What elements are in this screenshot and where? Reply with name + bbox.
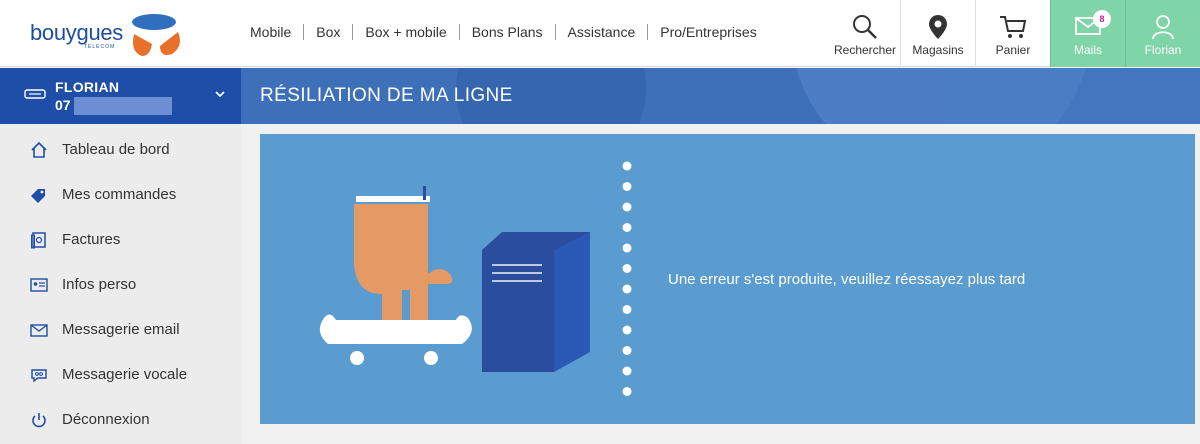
mails-count-badge: 8	[1093, 10, 1111, 28]
sidebar-item-voicemail[interactable]: Messagerie vocale	[0, 352, 241, 397]
nav-pro-entreprises[interactable]: Pro/Entreprises	[647, 24, 768, 40]
sidebar-menu: Tableau de bord Mes commandes Factures I…	[0, 127, 241, 442]
account-button[interactable]: Florian	[1125, 0, 1200, 67]
cart-button[interactable]: Panier	[975, 0, 1050, 67]
stores-label: Magasins	[912, 43, 964, 57]
nav-assistance[interactable]: Assistance	[554, 24, 648, 40]
top-bar: bouygues TELECOM Mobile Box Box + mobile…	[0, 0, 1200, 67]
bouygues-logo[interactable]: bouygues TELECOM	[26, 8, 186, 60]
error-card: Une erreur s'est produite, veuillez rées…	[260, 134, 1195, 424]
user-line-number: 07	[55, 97, 71, 113]
search-label: Rechercher	[833, 43, 897, 57]
sidebar: FLORIAN 07 Tableau de bord Mes commandes…	[0, 68, 241, 444]
masked-number	[74, 97, 172, 115]
sidebar-item-orders[interactable]: Mes commandes	[0, 172, 241, 217]
cart-icon	[1000, 16, 1027, 38]
sidebar-item-email[interactable]: Messagerie email	[0, 307, 241, 352]
phone-line-icon	[24, 89, 46, 99]
stores-button[interactable]: Magasins	[900, 0, 975, 67]
logo-text: bouygues	[30, 20, 124, 45]
main-nav: Mobile Box Box + mobile Bons Plans Assis…	[238, 24, 769, 40]
search-icon	[853, 15, 877, 39]
skateboard-illustration	[319, 186, 590, 372]
logo-subtext: TELECOM	[84, 44, 116, 50]
page-title: RÉSILIATION DE MA LIGNE	[260, 85, 513, 106]
user-selector[interactable]: FLORIAN 07	[0, 68, 241, 124]
invoice-icon	[30, 231, 48, 249]
main-content: RÉSILIATION DE MA LIGNE Une erreur s'est…	[241, 68, 1200, 444]
nav-bons-plans[interactable]: Bons Plans	[458, 24, 555, 40]
chevron-down-icon	[215, 91, 225, 98]
user-name: FLORIAN	[55, 79, 120, 95]
sidebar-item-label: Mes commandes	[62, 186, 177, 203]
cart-label: Panier	[995, 43, 1031, 57]
error-message: Une erreur s'est produite, veuillez rées…	[668, 271, 1026, 288]
user-icon	[1152, 15, 1174, 40]
search-button[interactable]: Rechercher	[830, 0, 900, 67]
sidebar-item-label: Messagerie email	[62, 321, 180, 338]
nav-mobile[interactable]: Mobile	[238, 24, 303, 40]
nav-box-mobile[interactable]: Box + mobile	[352, 24, 458, 40]
header-tools: Rechercher Magasins Panier 8 Mails Flori…	[830, 0, 1200, 67]
home-icon	[30, 141, 48, 159]
dotted-divider	[622, 161, 632, 396]
sidebar-item-personal-info[interactable]: Infos perso	[0, 262, 241, 307]
sidebar-item-label: Factures	[62, 231, 121, 248]
power-icon	[30, 411, 48, 429]
sidebar-item-invoices[interactable]: Factures	[0, 217, 241, 262]
mails-label: Mails	[1073, 43, 1102, 57]
sidebar-item-logout[interactable]: Déconnexion	[0, 397, 241, 442]
envelope-icon	[30, 321, 48, 339]
tag-icon	[30, 186, 48, 204]
account-label: Florian	[1144, 43, 1182, 57]
page-banner: RÉSILIATION DE MA LIGNE	[241, 68, 1200, 124]
map-pin-icon	[929, 15, 947, 39]
sidebar-item-label: Déconnexion	[62, 411, 150, 428]
sidebar-item-label: Messagerie vocale	[62, 366, 188, 383]
sidebar-item-label: Tableau de bord	[62, 141, 170, 158]
mails-button[interactable]: 8 Mails	[1050, 0, 1125, 67]
nav-box[interactable]: Box	[303, 24, 352, 40]
sidebar-item-dashboard[interactable]: Tableau de bord	[0, 127, 241, 172]
id-card-icon	[30, 276, 48, 294]
sidebar-item-label: Infos perso	[62, 276, 137, 293]
voicemail-icon	[30, 366, 48, 384]
